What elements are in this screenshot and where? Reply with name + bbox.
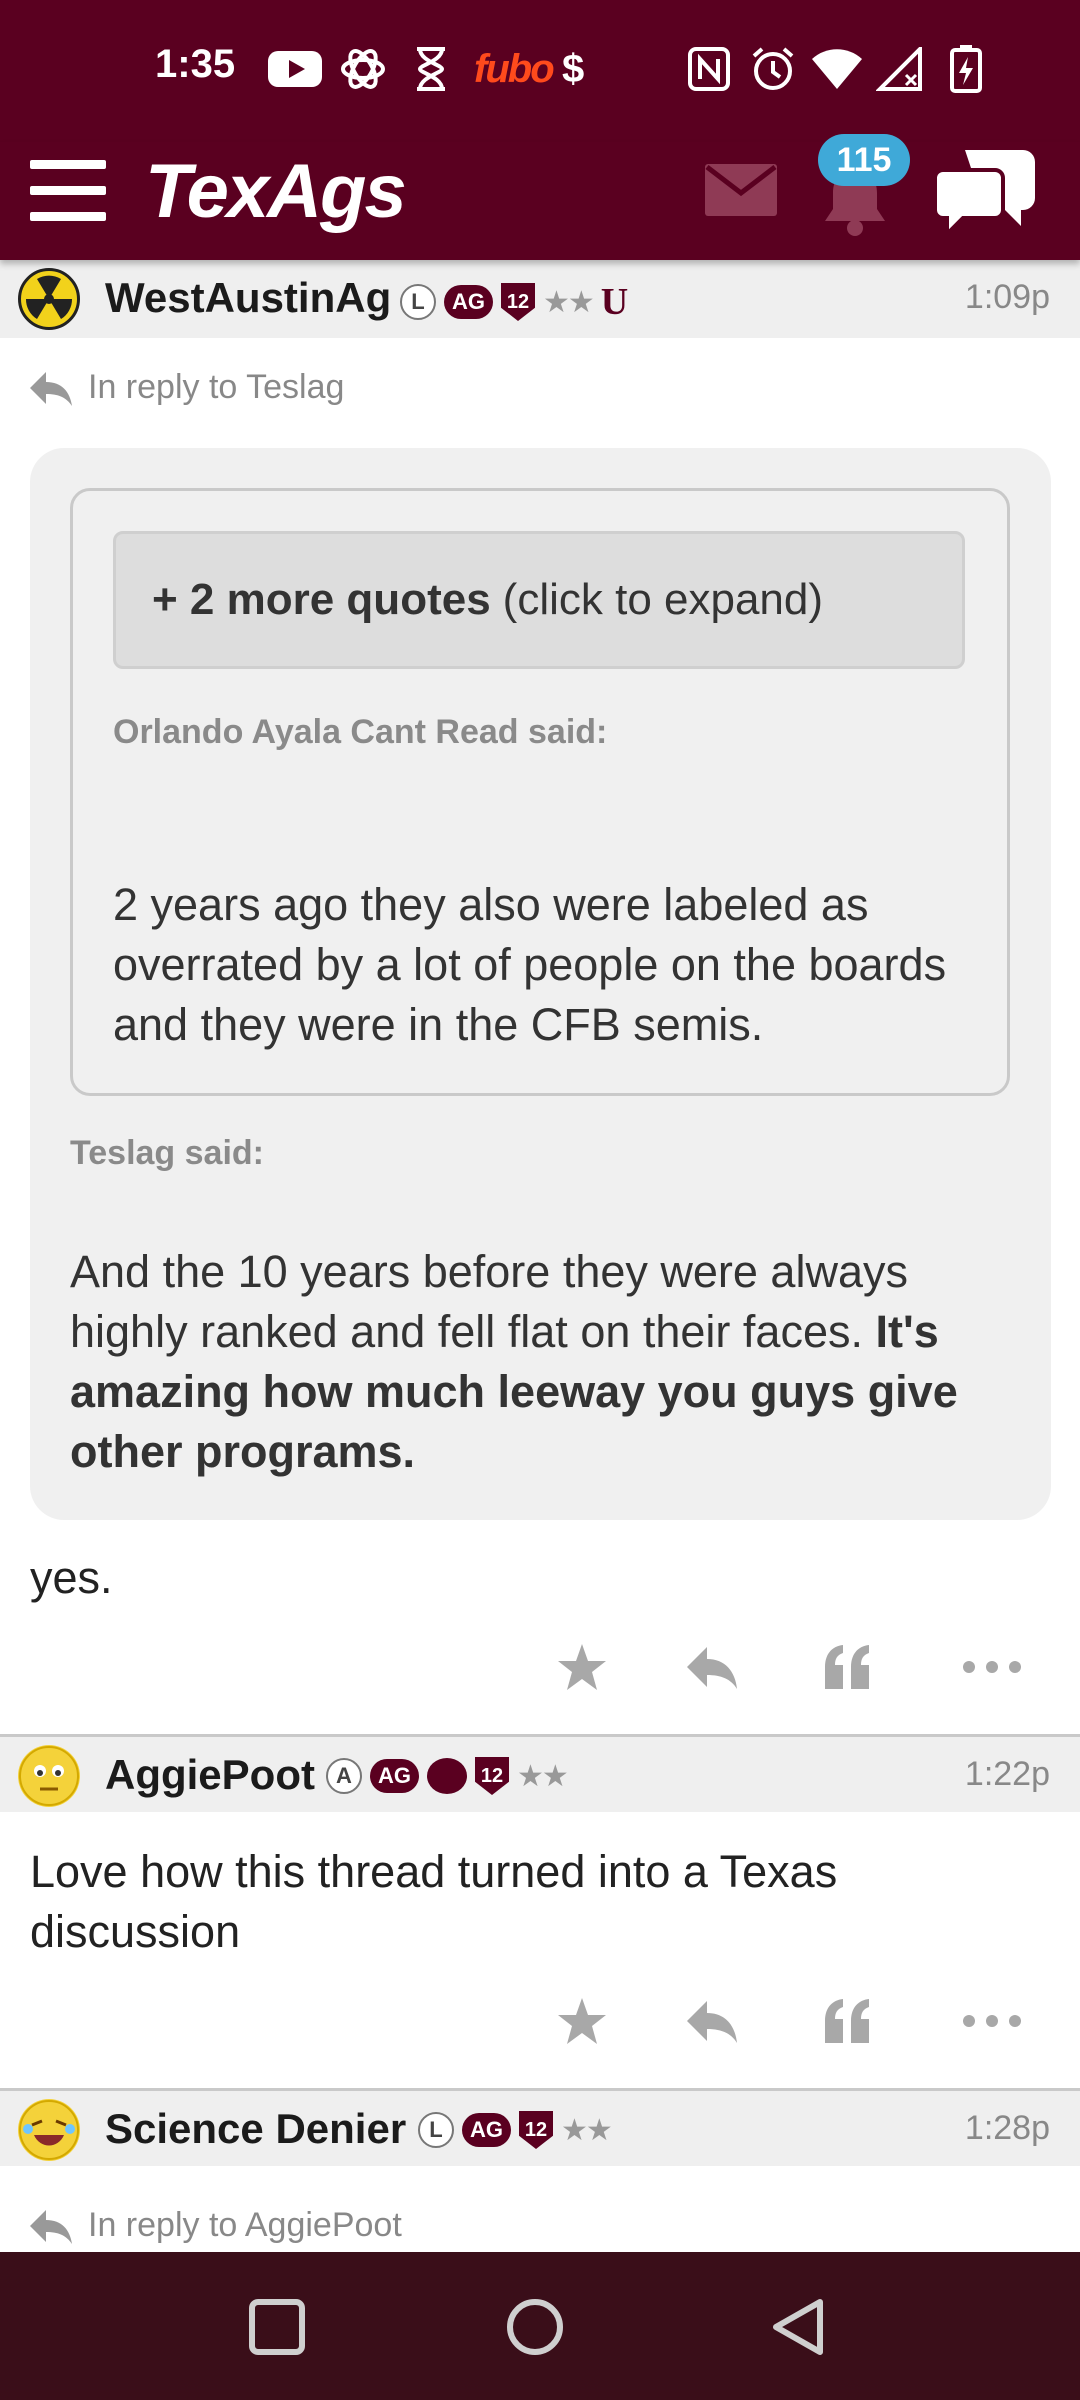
recents-button[interactable]	[242, 2292, 312, 2362]
home-button[interactable]	[500, 2292, 570, 2362]
star-icon[interactable]	[552, 1994, 612, 2048]
post-header: Science Denier L AG 12 ★★ 1:28p	[0, 2088, 1080, 2166]
avatar[interactable]	[18, 2099, 80, 2161]
quote-author[interactable]: Teslag said:	[70, 1134, 264, 1173]
avatar[interactable]	[18, 1745, 80, 1807]
username[interactable]: Science Denier	[105, 2105, 406, 2153]
chat-icon[interactable]	[933, 150, 1035, 239]
star-icon[interactable]	[552, 1640, 612, 1694]
system-nav-bar	[0, 2252, 1080, 2400]
badge-ag: AG	[462, 2113, 511, 2147]
badge-a: A	[326, 1758, 362, 1794]
badge-12-shield: 12	[519, 2111, 553, 2149]
post-actions	[540, 1632, 1040, 1702]
back-button[interactable]	[762, 2292, 832, 2362]
quote-icon[interactable]	[818, 1640, 878, 1694]
badge-ag: AG	[370, 1759, 419, 1793]
signal-icon	[876, 46, 924, 92]
app-header: TexAgs 115	[0, 134, 1080, 260]
badge-u: U	[600, 281, 629, 323]
nfc-icon	[688, 46, 730, 92]
badge-stars: ★★	[517, 1759, 569, 1793]
username[interactable]: WestAustinAg	[105, 274, 391, 322]
user-badges: L AG 12 ★★ U	[400, 280, 628, 324]
reply-to-text: In reply to Teslag	[88, 368, 345, 406]
post-header: AggiePoot A AG 12 ★★ 1:22p	[0, 1734, 1080, 1812]
fubo-icon: fubo	[474, 46, 555, 91]
user-badges: A AG 12 ★★	[326, 1757, 569, 1795]
badge-12-shield: 12	[501, 283, 535, 321]
badge-l: L	[400, 284, 436, 320]
post-time: 1:22p	[964, 1755, 1050, 1793]
reply-arrow-icon	[30, 371, 72, 406]
quote-text: 2 years ago they also were labeled as ov…	[113, 879, 947, 1050]
youtube-icon	[268, 46, 322, 92]
quote-text: And the 10 years before they were always…	[70, 1242, 1020, 1482]
nested-quote: + 2 more quotes (click to expand) Orland…	[70, 488, 1010, 1096]
post-time: 1:28p	[964, 2109, 1050, 2147]
quote-author[interactable]: Orlando Ayala Cant Read said:	[113, 713, 607, 752]
post-actions	[540, 1986, 1040, 2056]
more-icon[interactable]	[962, 1994, 1022, 2048]
mail-icon[interactable]	[705, 164, 777, 216]
expand-count: + 2 more quotes	[152, 575, 491, 624]
more-icon[interactable]	[962, 1640, 1022, 1694]
reply-icon[interactable]	[682, 1640, 742, 1694]
menu-icon[interactable]	[30, 160, 106, 221]
post-body: Love how this thread turned into a Texas…	[30, 1846, 838, 1957]
post-time: 1:09p	[964, 278, 1050, 316]
helmet-badge-icon	[427, 1758, 467, 1794]
reply-to-text: In reply to AggiePoot	[88, 2206, 402, 2244]
badge-stars: ★★	[543, 285, 595, 319]
reply-to-link[interactable]: In reply to Teslag	[28, 368, 344, 407]
status-time: 1:35	[155, 42, 236, 86]
quote-block: + 2 more quotes (click to expand) Orland…	[30, 448, 1051, 1520]
post-body: yes.	[30, 1552, 113, 1603]
expand-quotes-button[interactable]: + 2 more quotes (click to expand)	[113, 531, 965, 669]
badge-stars: ★★	[561, 2113, 613, 2147]
quote-icon[interactable]	[818, 1994, 878, 2048]
reply-arrow-icon	[30, 2209, 72, 2244]
site-logo[interactable]: TexAgs	[145, 148, 407, 235]
chatgpt-icon	[338, 46, 388, 92]
expand-hint: (click to expand)	[502, 575, 824, 624]
reply-to-link[interactable]: In reply to AggiePoot	[28, 2206, 402, 2245]
alarm-icon	[750, 46, 796, 92]
badge-l: L	[418, 2112, 454, 2148]
quote-text-regular: And the 10 years before they were always…	[70, 1246, 908, 1357]
wifi-icon	[810, 46, 864, 92]
status-bar: 1:35 fubo $	[0, 0, 1080, 142]
post-header: WestAustinAg L AG 12 ★★ U 1:09p	[0, 260, 1080, 338]
notification-count-badge[interactable]: 115	[818, 134, 910, 186]
user-badges: L AG 12 ★★	[418, 2111, 613, 2149]
username[interactable]: AggiePoot	[105, 1751, 315, 1799]
reply-icon[interactable]	[682, 1994, 742, 2048]
badge-ag: AG	[444, 285, 493, 319]
hourglass-icon	[414, 46, 448, 92]
battery-charging-icon	[950, 45, 982, 93]
badge-12-shield: 12	[475, 1757, 509, 1795]
avatar[interactable]	[18, 268, 80, 330]
dollar-icon: $	[562, 46, 585, 91]
